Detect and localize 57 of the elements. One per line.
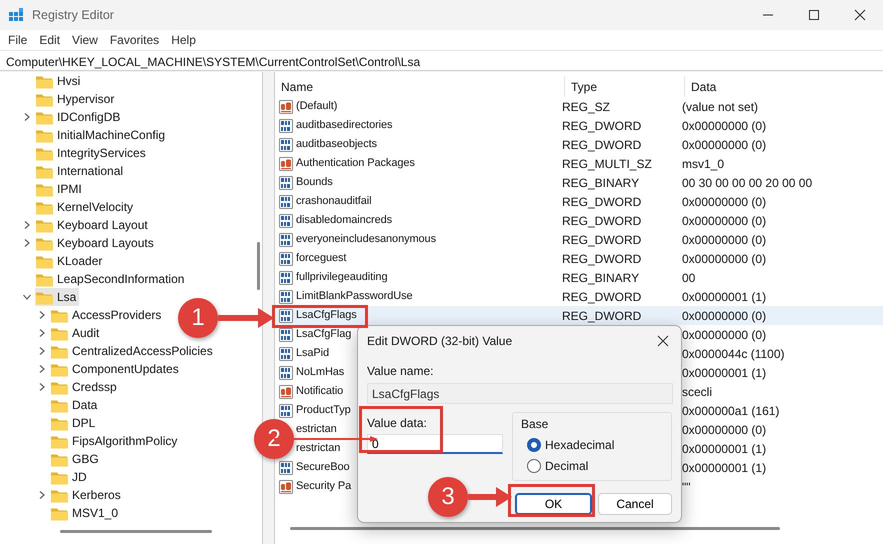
value-data: 0x000000a1 (161) (681, 402, 780, 420)
value-data: "" (681, 478, 691, 496)
value-data: 0x00000000 (0) (681, 232, 766, 248)
value-type: REG_DWORD (561, 308, 642, 324)
value-name: (Default) (296, 99, 338, 114)
value-type: REG_SZ (561, 98, 612, 116)
value-type: REG_BINARY (561, 174, 640, 192)
value-name: LsaCfgFlag (296, 327, 352, 342)
value-data: 0x0000044c (1100) (681, 346, 785, 362)
value-name: LsaPid (296, 346, 330, 362)
group-label: Base (521, 416, 550, 433)
value-name: Bounds (296, 175, 333, 190)
value-data: 00 (681, 270, 696, 286)
value-type: REG_BINARY (561, 270, 640, 286)
value-name: Authentication Packages (296, 156, 415, 172)
value-name: crashonauditfail (296, 194, 372, 210)
value-data: msv1_0 (681, 156, 724, 172)
value-data: (value not set) (681, 98, 758, 116)
value-data: 0x00000000 (0) (681, 118, 766, 134)
value-name: forceguest (296, 251, 346, 266)
value-name: SecureBoo (296, 460, 350, 476)
dialog-title: Edit DWORD (32-bit) Value (367, 333, 512, 350)
value-type: REG_DWORD (561, 212, 642, 230)
value-data: 0x00000000 (0) (681, 136, 766, 154)
radio-label: Decimal (545, 458, 588, 474)
value-data: 0x00000001 (1) (681, 460, 766, 476)
value-data: scecli (681, 384, 712, 400)
window-title: Registry Editor (32, 6, 114, 24)
field-label: Value data: (367, 415, 428, 432)
value-data: 0x00000001 (1) (681, 288, 766, 306)
value-name: Security Pa (296, 479, 352, 494)
value-name: ProductTyp (296, 403, 351, 418)
field-label: Value name: (367, 363, 434, 380)
value-type: REG_DWORD (561, 250, 642, 268)
value-name: LsaCfgFlags (296, 308, 357, 324)
value-type: REG_DWORD (561, 288, 642, 306)
value-name: auditbaseobjects (296, 137, 377, 152)
value-name: auditbasedirectories (296, 118, 392, 134)
value-name: NoLmHas (296, 365, 344, 380)
value-name: everyoneincludesanonymous (296, 232, 436, 248)
radio-label: Hexadecimal (545, 436, 614, 454)
value-type: REG_DWORD (561, 136, 642, 154)
value-type: REG_DWORD (561, 232, 642, 248)
value-data: 0x00000000 (0) (681, 250, 766, 268)
value-data: 00 30 00 00 00 20 00 00 (681, 174, 812, 192)
value-data: 0x00000001 (1) (681, 364, 766, 382)
value-name: LimitBlankPasswordUse (296, 289, 412, 304)
value-name: Notificatio (296, 384, 344, 400)
value-name: fullprivilegeauditing (296, 270, 388, 286)
value-type: REG_DWORD (561, 118, 642, 134)
value-type: REG_MULTI_SZ (561, 156, 653, 172)
value-data: 0x00000000 (0) (681, 212, 766, 230)
value-name: disabledomaincreds (296, 213, 392, 228)
value-data: 0x00000000 (0) (681, 308, 766, 324)
value-data: 0x00000000 (0) (681, 194, 766, 210)
value-data: 0x00000000 (0) (681, 326, 766, 344)
value-type: REG_DWORD (561, 194, 642, 210)
